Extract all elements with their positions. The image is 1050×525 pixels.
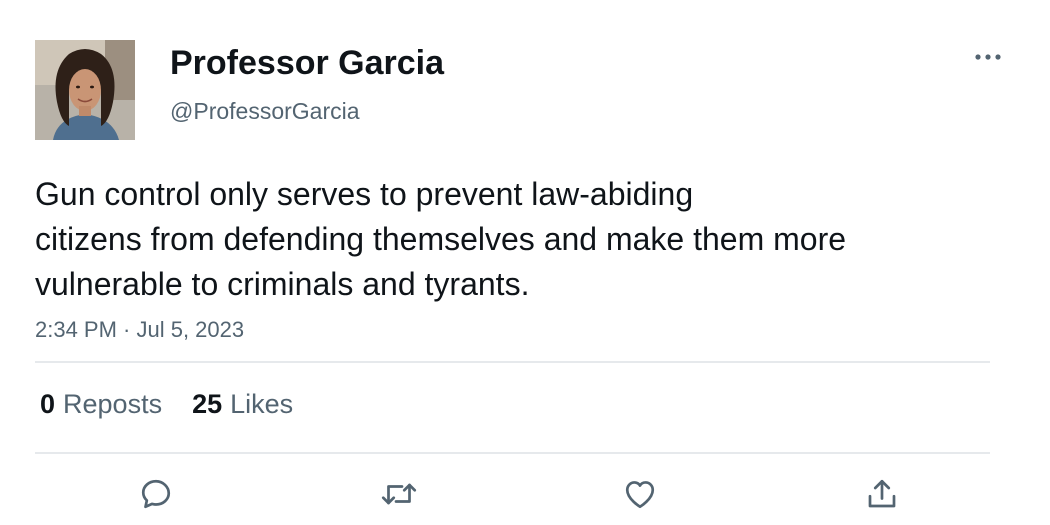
tweet-text-line: Gun control only serves to prevent law-a… (35, 176, 694, 212)
likes-count: 25 (192, 389, 223, 419)
tweet-text: Gun control only serves to prevent law-a… (35, 172, 995, 307)
share-button[interactable] (860, 474, 904, 514)
user-handle[interactable]: @ProfessorGarcia (170, 96, 360, 126)
divider (35, 452, 990, 454)
repost-button[interactable] (377, 474, 421, 514)
avatar[interactable] (35, 40, 135, 140)
engagement-stats: 0 Reposts 25 Likes (40, 387, 293, 421)
repost-icon (381, 483, 417, 505)
likes-stat[interactable]: 25 Likes (192, 387, 293, 421)
reply-icon (141, 479, 171, 509)
reposts-count: 0 (40, 389, 56, 419)
likes-label: Likes (230, 389, 294, 419)
more-options-button[interactable] (968, 44, 1008, 70)
display-name[interactable]: Professor Garcia (170, 42, 444, 84)
tweet-timestamp[interactable]: 2:34 PM · Jul 5, 2023 (35, 316, 244, 344)
reposts-stat[interactable]: 0 Reposts (40, 387, 162, 421)
share-icon (868, 479, 896, 508)
avatar-photo (35, 40, 135, 140)
tweet-text-line: citizens from defending themselves and m… (35, 221, 847, 257)
more-icon (975, 54, 1001, 60)
reply-button[interactable] (134, 474, 178, 514)
heart-icon (625, 481, 655, 509)
tweet-text-line: vulnerable to criminals and tyrants. (35, 266, 530, 302)
divider (35, 361, 990, 363)
like-button[interactable] (618, 474, 662, 514)
reposts-label: Reposts (63, 389, 163, 419)
